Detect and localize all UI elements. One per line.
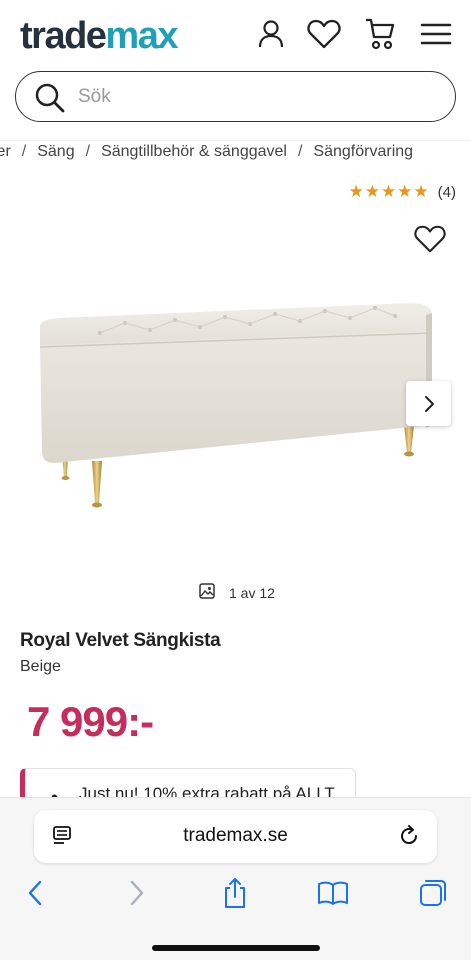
star-rating-icons: ★★★★★ [348,182,430,201]
search-bar[interactable] [15,71,456,122]
back-icon[interactable] [18,876,52,910]
breadcrumb-item-sang[interactable]: Säng [37,143,74,161]
breadcrumb-item[interactable]: ler [0,143,11,161]
browser-toolbar: trademax.se [0,797,471,960]
search-icon[interactable] [34,82,66,119]
image-icon [199,583,215,602]
product-price: 7 999:- [27,698,154,745]
menu-icon[interactable] [418,16,454,52]
review-count: (4) [437,183,456,201]
breadcrumb: ler/Säng/Sängtillbehör & sänggavel/Sängf… [0,140,471,164]
gallery-counter: 1 av 12 [199,583,275,602]
wishlist-heart-icon[interactable] [414,224,450,256]
heart-icon[interactable] [306,16,342,52]
product-image[interactable] [30,285,440,520]
product-color: Beige [20,658,61,675]
chevron-right-icon [424,395,434,412]
account-icon[interactable] [253,16,289,52]
address-bar[interactable]: trademax.se [34,810,437,863]
product-rating[interactable]: ★★★★★ (4) [348,182,456,202]
url-text: trademax.se [183,825,288,846]
forward-icon[interactable] [120,876,154,910]
breadcrumb-item-sangforvaring[interactable]: Sängförvaring [313,143,413,161]
search-input[interactable] [78,82,438,112]
bookmarks-icon[interactable] [316,876,350,910]
trademax-logo[interactable]: trademax [20,14,178,58]
breadcrumb-item-sangtillbehor[interactable]: Sängtillbehör & sänggavel [101,143,287,161]
cart-icon[interactable] [362,16,398,52]
image-counter-text: 1 av 12 [229,584,275,601]
site-header: trademax [0,0,471,70]
product-title: Royal Velvet Sängkista [20,630,221,651]
gallery-next-button[interactable] [406,381,451,426]
tabs-icon[interactable] [416,876,450,910]
home-indicator [152,945,320,951]
reload-icon[interactable] [397,824,421,853]
share-icon[interactable] [218,876,252,910]
